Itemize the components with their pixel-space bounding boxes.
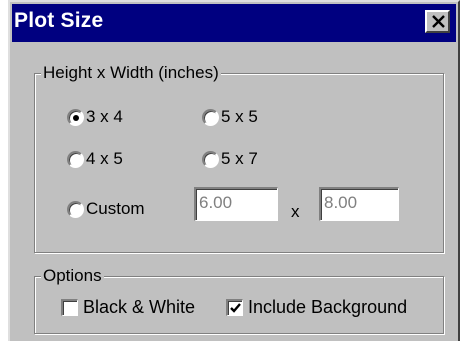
radio-custom[interactable]: Custom xyxy=(67,199,177,221)
checkmark-icon xyxy=(230,303,241,313)
radio-3x4-label: 3 x 4 xyxy=(86,107,123,126)
radio-4x5[interactable]: 4 x 5 xyxy=(67,149,157,171)
radio-5x5[interactable]: 5 x 5 xyxy=(202,107,292,129)
radio-3x4-indicator xyxy=(67,109,84,126)
close-icon xyxy=(432,15,445,28)
radio-5x5-label: 5 x 5 xyxy=(221,107,258,126)
include-background-box xyxy=(226,299,243,316)
options-group-legend: Options xyxy=(41,266,104,286)
radio-5x7-indicator xyxy=(202,151,219,168)
custom-x-separator: x xyxy=(291,202,300,221)
include-background-label: Include Background xyxy=(248,297,408,317)
size-group-legend: Height x Width (inches) xyxy=(41,63,221,83)
black-white-label: Black & White xyxy=(83,297,196,317)
radio-5x7[interactable]: 5 x 7 xyxy=(202,149,292,171)
black-white-box xyxy=(61,299,78,316)
radio-3x4[interactable]: 3 x 4 xyxy=(67,107,157,129)
custom-width-input[interactable]: 8.00 xyxy=(319,187,399,221)
radio-4x5-label: 4 x 5 xyxy=(86,149,123,168)
black-white-checkbox[interactable]: Black & White xyxy=(61,297,221,319)
close-button[interactable] xyxy=(425,10,450,33)
radio-5x7-label: 5 x 7 xyxy=(221,149,258,168)
radio-custom-label: Custom xyxy=(86,199,145,218)
plot-size-dialog: Plot Size Height x Width (inches) 3 x 4 … xyxy=(8,0,460,341)
custom-height-input[interactable]: 6.00 xyxy=(194,187,278,221)
radio-4x5-indicator xyxy=(67,151,84,168)
radio-custom-indicator xyxy=(67,201,84,218)
radio-5x5-indicator xyxy=(202,109,219,126)
include-background-checkbox[interactable]: Include Background xyxy=(226,297,441,319)
window-title: Plot Size xyxy=(14,9,104,32)
title-bar[interactable]: Plot Size xyxy=(12,4,456,42)
